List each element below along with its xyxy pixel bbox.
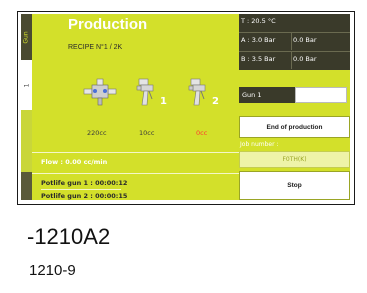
- tab-gun-1[interactable]: 1: [21, 60, 32, 110]
- gun-selector[interactable]: Gun 1: [239, 87, 295, 103]
- volume-total: 220cc: [87, 129, 107, 137]
- sub-id: 1210-9: [29, 262, 76, 279]
- pressure-a-value: 0.0 Bar: [293, 36, 317, 44]
- temperature-value: T : 20.5 °C: [241, 17, 276, 25]
- divider: [291, 52, 292, 69]
- page-title: Production: [68, 16, 148, 33]
- gun-2-number: 2: [212, 96, 219, 107]
- tab-blank[interactable]: [21, 172, 32, 200]
- divider: [239, 32, 350, 33]
- end-of-production-button[interactable]: End of production: [239, 116, 350, 138]
- pressure-a-row: A : 3.0 Bar 0.0 Bar: [239, 33, 350, 50]
- flow-rate: Flow : 0.00 cc/min: [41, 158, 108, 166]
- spray-gun-1-icon: [136, 78, 154, 106]
- divider: [291, 33, 292, 50]
- tab-gun-label: Gun: [23, 30, 31, 44]
- pressure-b-value: 0.0 Bar: [293, 55, 317, 63]
- volume-gun-1: 10cc: [139, 129, 155, 137]
- pressure-a-label: A : 3.0 Bar: [241, 36, 276, 44]
- tab-gun-1-label: 1: [22, 83, 30, 87]
- divider: [32, 173, 239, 174]
- tab-gun[interactable]: Gun: [21, 14, 32, 60]
- job-number-label: Job number :: [240, 141, 279, 148]
- production-screen: Gun 1 Production RECIPE N°1 / 2K T : 20.…: [21, 14, 350, 200]
- divider: [239, 51, 350, 52]
- status-panel: T : 20.5 °C A : 3.0 Bar 0.0 Bar B : 3.5 …: [239, 14, 350, 70]
- figure-id: -1210A2: [27, 224, 111, 249]
- gun-selector-label: Gun 1: [242, 91, 262, 99]
- side-tabs: Gun 1: [21, 14, 32, 200]
- divider: [41, 189, 121, 190]
- gun-1-number: 1: [160, 96, 167, 107]
- mixing-valve-icon: [83, 78, 117, 106]
- job-number-field[interactable]: F0TH(K): [239, 151, 350, 168]
- potlife-gun-2: Potlife gun 2 : 00:00:15: [41, 192, 128, 200]
- potlife-gun-1: Potlife gun 1 : 00:00:12: [41, 179, 128, 187]
- temperature-row: T : 20.5 °C: [239, 14, 350, 31]
- recipe-label: RECIPE N°1 / 2K: [68, 44, 123, 51]
- pressure-b-label: B : 3.5 Bar: [241, 55, 276, 63]
- volume-gun-2: 0cc: [196, 129, 208, 137]
- divider: [32, 152, 239, 153]
- stop-button[interactable]: Stop: [239, 171, 350, 200]
- spray-gun-2-icon: [188, 78, 206, 106]
- gun-selector-value[interactable]: [295, 87, 347, 103]
- pressure-b-row: B : 3.5 Bar 0.0 Bar: [239, 52, 350, 69]
- tab-gun-2[interactable]: [21, 110, 32, 172]
